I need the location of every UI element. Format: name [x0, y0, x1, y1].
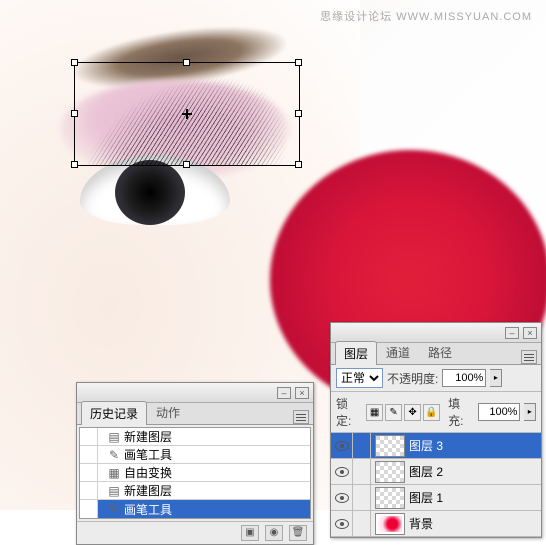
- layer-visibility-toggle[interactable]: [331, 433, 353, 458]
- fill-arrow-icon[interactable]: ▸: [524, 403, 536, 421]
- history-step-icon: [104, 466, 124, 480]
- panel-menu-icon[interactable]: [521, 350, 537, 364]
- history-flag[interactable]: ▶: [80, 500, 98, 518]
- transform-handle-br[interactable]: [295, 161, 302, 168]
- history-step-icon: [104, 484, 124, 498]
- history-item[interactable]: ▶ 画笔工具: [80, 500, 310, 518]
- eye-icon: [335, 493, 349, 503]
- history-step-icon: [104, 502, 124, 516]
- transform-handle-tl[interactable]: [71, 59, 78, 66]
- layer-row[interactable]: 背景: [331, 511, 541, 537]
- layer-name[interactable]: 图层 3: [409, 437, 443, 454]
- tab-channels[interactable]: 通道: [377, 340, 419, 364]
- layer-row[interactable]: 图层 3: [331, 433, 541, 459]
- fill-label: 填充:: [448, 395, 474, 429]
- eye-icon: [335, 441, 349, 451]
- history-item[interactable]: 新建图层: [80, 428, 310, 446]
- opacity-arrow-icon[interactable]: ▸: [490, 369, 502, 387]
- history-list: 新建图层画笔工具自由变换新建图层▶画笔工具: [79, 427, 311, 519]
- layer-link-cell[interactable]: [353, 511, 371, 536]
- eye-icon: [335, 467, 349, 477]
- transform-handle-mr[interactable]: [295, 110, 302, 117]
- blend-mode-select[interactable]: 正常: [336, 368, 383, 388]
- history-item[interactable]: 画笔工具: [80, 446, 310, 464]
- layer-visibility-toggle[interactable]: [331, 459, 353, 484]
- layer-name[interactable]: 图层 1: [409, 489, 443, 506]
- tab-layers[interactable]: 图层: [335, 341, 377, 365]
- lock-transparency-icon[interactable]: ▦: [366, 404, 383, 421]
- history-flag[interactable]: [80, 482, 98, 499]
- transform-handle-bl[interactable]: [71, 161, 78, 168]
- history-step-label: 画笔工具: [124, 446, 172, 463]
- layer-thumbnail[interactable]: [375, 487, 405, 509]
- history-item[interactable]: 自由变换: [80, 464, 310, 482]
- layer-link-cell[interactable]: [353, 459, 371, 484]
- tab-paths[interactable]: 路径: [419, 340, 461, 364]
- tab-actions[interactable]: 动作: [147, 400, 189, 424]
- layers-panel: – × 图层 通道 路径 正常 不透明度: 100% ▸ 锁定: ▦ ✎ ✥ 🔒…: [330, 322, 542, 538]
- layer-visibility-toggle[interactable]: [331, 511, 353, 536]
- eye-icon: [335, 519, 349, 529]
- history-tab-row: 历史记录 动作: [77, 403, 313, 425]
- opacity-label: 不透明度:: [387, 370, 438, 387]
- close-icon[interactable]: ×: [523, 327, 537, 339]
- history-step-label: 自由变换: [124, 464, 172, 481]
- layer-row[interactable]: 图层 1: [331, 485, 541, 511]
- watermark-text: 思缘设计论坛 WWW.MISSYUAN.COM: [320, 8, 532, 24]
- history-item[interactable]: 新建图层: [80, 482, 310, 500]
- history-panel-titlebar[interactable]: – ×: [77, 383, 313, 403]
- history-step-label: 画笔工具: [124, 501, 172, 518]
- layer-thumbnail[interactable]: [375, 461, 405, 483]
- fill-input[interactable]: 100%: [478, 403, 520, 421]
- history-panel: – × 历史记录 动作 新建图层画笔工具自由变换新建图层▶画笔工具 ▣ ◉ 🗑: [76, 382, 314, 545]
- layer-options-row: 正常 不透明度: 100% ▸: [331, 365, 541, 392]
- transform-center-point[interactable]: [182, 109, 192, 119]
- layer-visibility-toggle[interactable]: [331, 485, 353, 510]
- layer-thumbnail[interactable]: [375, 513, 405, 535]
- layers-tab-row: 图层 通道 路径: [331, 343, 541, 365]
- lock-row: 锁定: ▦ ✎ ✥ 🔒 填充: 100% ▸: [331, 392, 541, 433]
- minimize-icon[interactable]: –: [277, 387, 291, 399]
- close-icon[interactable]: ×: [295, 387, 309, 399]
- transform-handle-ml[interactable]: [71, 110, 78, 117]
- history-panel-footer: ▣ ◉ 🗑: [77, 521, 313, 544]
- transform-handle-tr[interactable]: [295, 59, 302, 66]
- snapshot-icon[interactable]: ◉: [265, 525, 283, 541]
- history-flag[interactable]: [80, 428, 98, 445]
- lock-pixels-icon[interactable]: ✎: [385, 404, 402, 421]
- history-step-label: 新建图层: [124, 428, 172, 445]
- layers-list: 图层 3 图层 2 图层 1 背景: [331, 433, 541, 537]
- layer-link-cell[interactable]: [353, 433, 371, 458]
- layer-row[interactable]: 图层 2: [331, 459, 541, 485]
- history-flag[interactable]: [80, 464, 98, 481]
- tab-history[interactable]: 历史记录: [81, 401, 147, 425]
- history-step-icon: [104, 448, 124, 462]
- lock-label: 锁定:: [336, 395, 362, 429]
- trash-icon[interactable]: 🗑: [289, 525, 307, 541]
- transform-bounding-box[interactable]: [74, 62, 300, 166]
- layer-name[interactable]: 图层 2: [409, 463, 443, 480]
- opacity-input[interactable]: 100%: [442, 369, 486, 387]
- history-step-icon: [104, 430, 124, 444]
- transform-handle-tm[interactable]: [183, 59, 190, 66]
- lock-icons: ▦ ✎ ✥ 🔒: [366, 404, 440, 421]
- history-flag[interactable]: [80, 446, 98, 463]
- minimize-icon[interactable]: –: [505, 327, 519, 339]
- lock-position-icon[interactable]: ✥: [404, 404, 421, 421]
- transform-handle-bm[interactable]: [183, 161, 190, 168]
- photo-iris: [115, 160, 185, 225]
- panel-menu-icon[interactable]: [293, 410, 309, 424]
- lock-all-icon[interactable]: 🔒: [423, 404, 440, 421]
- history-step-label: 新建图层: [124, 482, 172, 499]
- layer-name[interactable]: 背景: [409, 515, 433, 532]
- layer-thumbnail[interactable]: [375, 435, 405, 457]
- layer-link-cell[interactable]: [353, 485, 371, 510]
- create-document-icon[interactable]: ▣: [241, 525, 259, 541]
